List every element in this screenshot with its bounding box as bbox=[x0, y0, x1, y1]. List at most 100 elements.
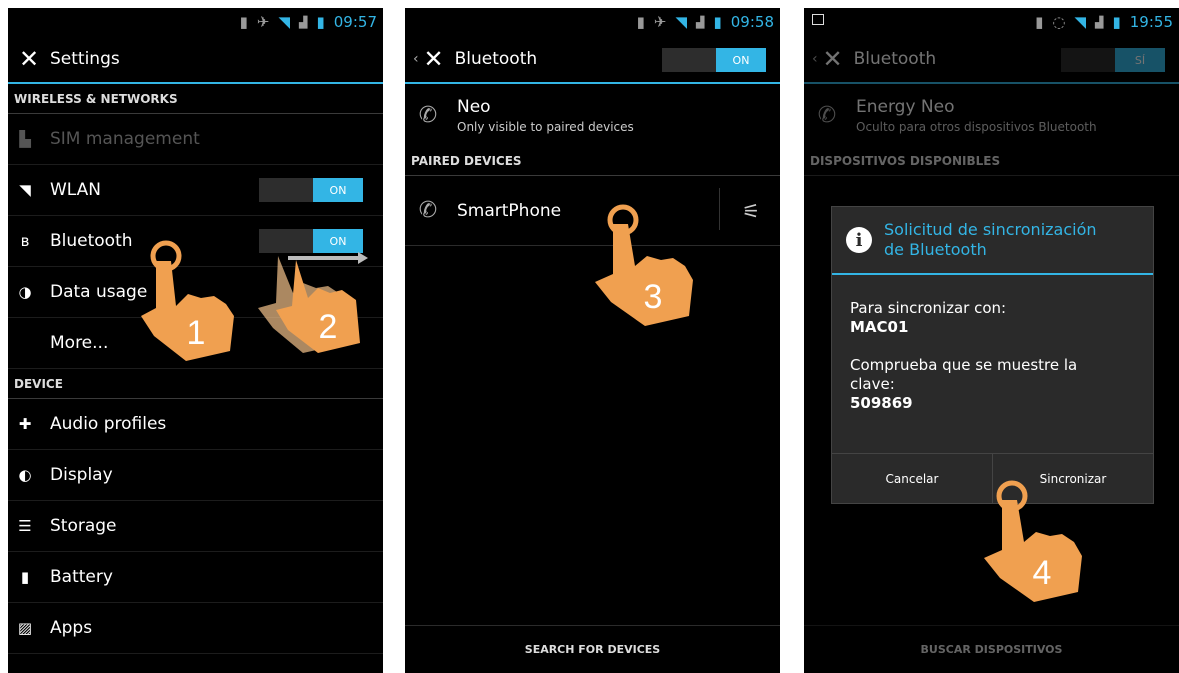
device-settings-icon[interactable]: ⚟ bbox=[742, 199, 760, 223]
sim-icon: ▙ bbox=[19, 130, 31, 148]
phone-icon: ✆ bbox=[418, 198, 438, 223]
section-header-paired: PAIRED DEVICES bbox=[405, 146, 780, 176]
action-bar: ‹ ✕ Bluetooth SÍ bbox=[804, 36, 1179, 84]
signal-status-icon: ✈ bbox=[256, 13, 270, 31]
phone-icon: ✆ bbox=[418, 102, 438, 128]
data-usage-icon: ◑ bbox=[18, 283, 32, 301]
cell-signal-icon: ▟ bbox=[696, 15, 705, 29]
bluetooth-pairing-screen: ▮ ◌ ◥ ▟ ▮ 19:55 ‹ ✕ Bluetooth SÍ ✆ Energ… bbox=[804, 8, 1179, 673]
battery-status-icon: ▮ bbox=[713, 13, 722, 31]
step-number-1: 1 bbox=[187, 314, 206, 352]
status-bar: ▮ ◌ ◥ ▟ ▮ 19:55 bbox=[804, 8, 1179, 36]
signal-status-icon: ✈ bbox=[653, 13, 667, 31]
status-bar: ▮ ✈ ◥ ▟ ▮ 09:58 bbox=[405, 8, 780, 36]
search-devices-button[interactable]: BUSCAR DISPOSITIVOS bbox=[804, 625, 1179, 673]
tap-hand-icon-1: 1 bbox=[141, 240, 234, 361]
battery-status-icon: ▮ bbox=[316, 13, 325, 31]
battery-status-icon: ▮ bbox=[1112, 13, 1121, 31]
settings-item-sim[interactable]: ▙ SIM management bbox=[8, 114, 383, 165]
bluetooth-status-icon: ▮ bbox=[239, 13, 248, 31]
settings-tools-icon[interactable]: ✕ bbox=[820, 45, 846, 73]
visibility-status: Oculto para otros dispositivos Bluetooth bbox=[856, 119, 1097, 134]
settings-item-label: Apps bbox=[50, 618, 93, 638]
settings-screen: ▮ ✈ ◥ ▟ ▮ 09:57 ✕ Settings WIRELESS & NE… bbox=[8, 8, 383, 673]
cell-signal-icon: ▟ bbox=[299, 15, 308, 29]
cancel-button[interactable]: Cancelar bbox=[832, 454, 993, 503]
page-title: Bluetooth bbox=[454, 49, 538, 69]
bluetooth-status-icon: ▮ bbox=[1035, 13, 1044, 31]
device-name: Energy Neo bbox=[856, 96, 955, 117]
visibility-status: Only visible to paired devices bbox=[457, 119, 634, 134]
page-title: Settings bbox=[50, 49, 120, 69]
pair-device-name: MAC01 bbox=[850, 318, 909, 336]
action-bar: ‹ ✕ Bluetooth ON bbox=[405, 36, 780, 84]
action-bar: ✕ Settings bbox=[8, 36, 383, 84]
dialog-header: i Solicitud de sincronización de Bluetoo… bbox=[832, 207, 1153, 275]
dialog-title: Solicitud de sincronización bbox=[884, 220, 1097, 239]
storage-icon: ☰ bbox=[18, 517, 32, 535]
wifi-status-icon: ◥ bbox=[675, 13, 688, 31]
own-device-item[interactable]: ✆ Energy Neo Oculto para otros dispositi… bbox=[804, 84, 1179, 146]
sync-with-label: Para sincronizar con: bbox=[850, 299, 1007, 317]
own-device-item[interactable]: ✆ Neo Only visible to paired devices bbox=[405, 84, 780, 146]
cell-signal-icon: ▟ bbox=[1095, 15, 1104, 29]
settings-item-label: Audio profiles bbox=[50, 414, 167, 434]
settings-item-storage[interactable]: ☰ Storage bbox=[8, 501, 383, 552]
check-key-label: Comprueba que se muestre la bbox=[850, 356, 1078, 374]
settings-item-battery[interactable]: ▮ Battery bbox=[8, 552, 383, 603]
settings-item-label: Battery bbox=[50, 567, 113, 587]
tap-hand-icon-4: 4 bbox=[984, 480, 1082, 602]
settings-item-audio-profiles[interactable]: ✚ Audio profiles bbox=[8, 399, 383, 450]
back-icon[interactable]: ‹ bbox=[413, 51, 419, 67]
section-header-device: DEVICE bbox=[8, 369, 383, 399]
settings-tools-icon[interactable]: ✕ bbox=[421, 45, 447, 73]
dialog-title-line2: de Bluetooth bbox=[884, 240, 987, 259]
apps-icon: ▨ bbox=[17, 619, 33, 637]
settings-item-label: Bluetooth bbox=[50, 231, 133, 251]
swipe-hand-icon-2: 2 bbox=[258, 252, 368, 353]
settings-item-label: SIM management bbox=[50, 129, 200, 149]
paired-device-name: SmartPhone bbox=[457, 200, 562, 221]
check-key-label-line2: clave: bbox=[850, 375, 895, 393]
sync-status-icon: ◌ bbox=[1052, 13, 1066, 31]
pairing-dialog: i Solicitud de sincronización de Bluetoo… bbox=[831, 206, 1154, 504]
wifi-icon: ◥ bbox=[19, 181, 31, 199]
back-icon[interactable]: ‹ bbox=[812, 51, 818, 67]
settings-item-label: Storage bbox=[50, 516, 117, 536]
settings-item-label: Display bbox=[50, 465, 113, 485]
bluetooth-toggle[interactable]: ON bbox=[662, 48, 766, 72]
tap-hand-icon-3: 3 bbox=[595, 204, 693, 326]
settings-item-apps[interactable]: ▨ Apps bbox=[8, 603, 383, 654]
bluetooth-icon: ʙ bbox=[20, 232, 30, 250]
settings-item-label: More... bbox=[50, 333, 109, 353]
step-number-3: 3 bbox=[644, 278, 663, 316]
battery-icon: ▮ bbox=[20, 568, 30, 586]
dialog-body: Para sincronizar con: MAC01 Comprueba qu… bbox=[832, 275, 1153, 437]
audio-profiles-icon: ✚ bbox=[18, 415, 32, 433]
status-bar: ▮ ✈ ◥ ▟ ▮ 09:57 bbox=[8, 8, 383, 36]
step-number-4: 4 bbox=[1033, 554, 1052, 592]
info-icon: i bbox=[846, 227, 872, 253]
bluetooth-screen: ▮ ✈ ◥ ▟ ▮ 09:58 ‹ ✕ Bluetooth ON ✆ Neo O… bbox=[405, 8, 780, 673]
settings-item-label: WLAN bbox=[50, 180, 102, 200]
wlan-toggle[interactable]: ON bbox=[259, 178, 363, 202]
settings-item-display[interactable]: ◐ Display bbox=[8, 450, 383, 501]
status-time: 19:55 bbox=[1129, 13, 1173, 31]
phone-icon: ✆ bbox=[817, 102, 837, 128]
settings-item-wlan[interactable]: ◥ WLAN ON bbox=[8, 165, 383, 216]
wifi-status-icon: ◥ bbox=[278, 13, 291, 31]
display-icon: ◐ bbox=[18, 466, 32, 484]
wifi-status-icon: ◥ bbox=[1074, 13, 1087, 31]
settings-tools-icon: ✕ bbox=[18, 45, 40, 73]
device-name: Neo bbox=[457, 96, 491, 117]
section-header-wireless: WIRELESS & NETWORKS bbox=[8, 84, 383, 114]
notification-icon bbox=[812, 14, 824, 25]
status-time: 09:58 bbox=[730, 13, 774, 31]
bluetooth-toggle[interactable]: SÍ bbox=[1061, 48, 1165, 72]
page-title: Bluetooth bbox=[853, 49, 937, 69]
section-header-available: DISPOSITIVOS DISPONIBLES bbox=[804, 146, 1179, 176]
search-devices-button[interactable]: SEARCH FOR DEVICES bbox=[405, 625, 780, 673]
bluetooth-status-icon: ▮ bbox=[636, 13, 645, 31]
pairing-key: 509869 bbox=[850, 394, 913, 412]
status-time: 09:57 bbox=[333, 13, 377, 31]
